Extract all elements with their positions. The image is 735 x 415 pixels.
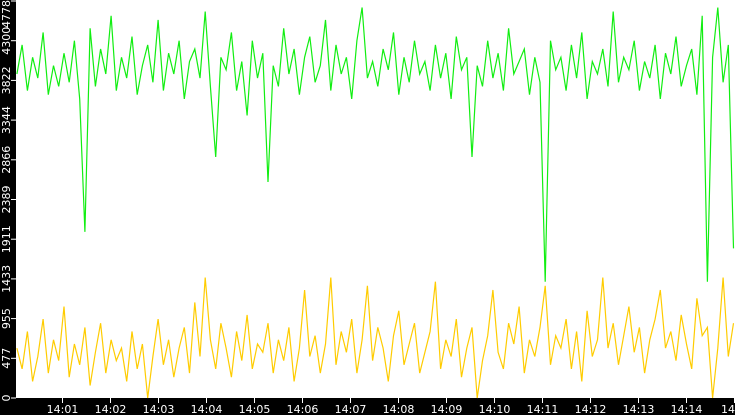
x-tick-label: 14:02 (95, 403, 127, 415)
y-tick-label: 4300 (0, 27, 13, 55)
x-tick-label: 14:06 (287, 403, 319, 415)
x-tick-label: 14:01 (47, 403, 79, 415)
time-series-chart: 047795514331911238928663344382243004778 … (0, 0, 735, 415)
x-tick-label: 14:13 (623, 403, 655, 415)
y-tick-label: 955 (0, 308, 13, 329)
y-tick-label: 0 (0, 395, 13, 402)
x-tick-label: 14:05 (239, 403, 271, 415)
x-tick-label: 14:09 (431, 403, 463, 415)
y-tick-label: 3822 (0, 66, 13, 94)
y-tick-label: 2389 (0, 186, 13, 214)
y-tick-label: 1911 (0, 225, 13, 253)
x-tick-label: 14:04 (191, 403, 223, 415)
x-tick-label: 14:14 (671, 403, 703, 415)
y-tick-label: 2866 (0, 146, 13, 174)
y-tick-label: 1433 (0, 265, 13, 293)
x-tick-label: 14:11 (527, 403, 559, 415)
x-tick-label: 14:07 (335, 403, 367, 415)
y-tick-label: 477 (0, 348, 13, 369)
y-tick-label: 3344 (0, 106, 13, 134)
y-tick-label: 4778 (0, 0, 13, 28)
x-tick-label: 14:08 (383, 403, 415, 415)
x-tick-label: 14 (721, 403, 735, 415)
x-tick-label: 14:03 (143, 403, 175, 415)
x-tick-label: 14:12 (575, 403, 607, 415)
x-tick-label: 14:10 (479, 403, 511, 415)
